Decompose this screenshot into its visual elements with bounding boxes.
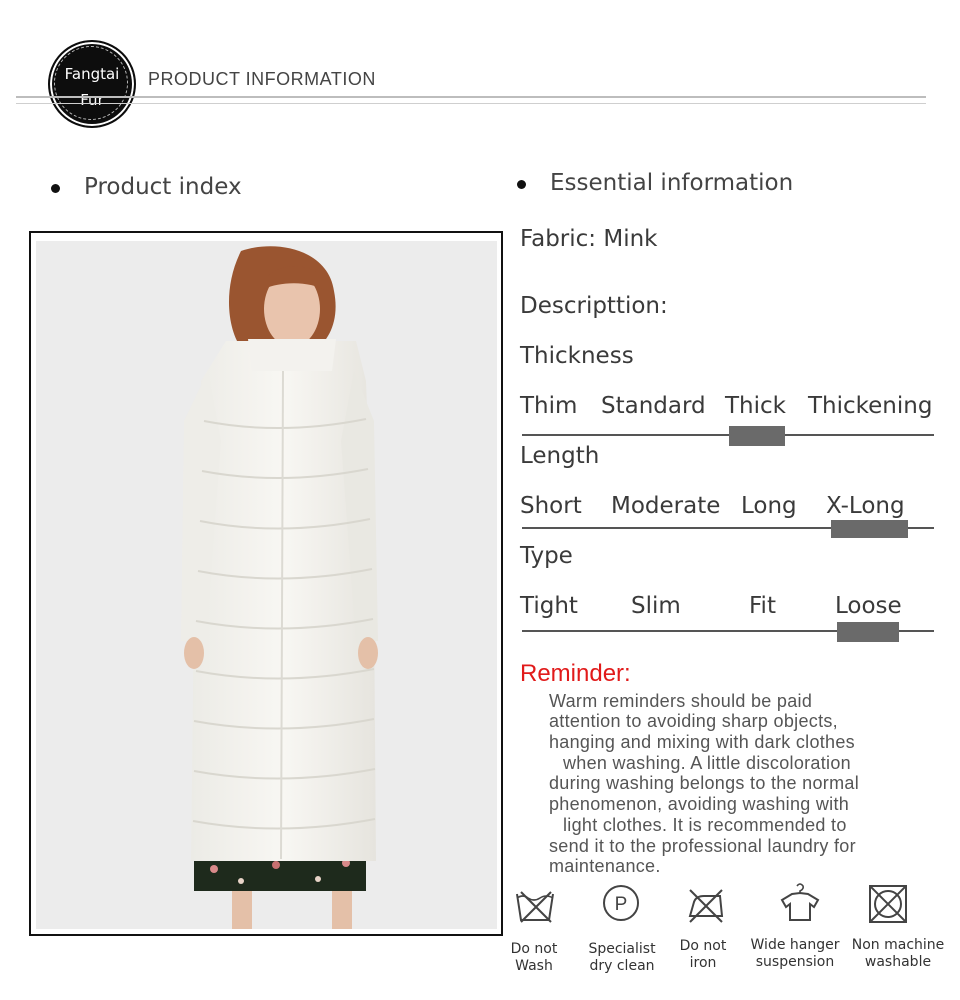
thickness-scale-line <box>522 434 934 436</box>
care-label-line: Specialist <box>588 941 656 957</box>
reminder-title: Reminder: <box>520 660 631 687</box>
product-photo <box>29 231 503 936</box>
type-option-fit: Fit <box>749 593 776 619</box>
reminder-line: send it to the professional laundry for <box>549 836 856 856</box>
do-not-iron-icon <box>684 884 728 928</box>
care-label-do-not-wash: Do not Wash <box>500 941 568 975</box>
thickness-option-standard: Standard <box>601 393 706 419</box>
length-label: Length <box>520 443 600 469</box>
type-option-tight: Tight <box>520 593 578 619</box>
reminder-line: hanging and mixing with dark clothes <box>549 732 855 752</box>
svg-text:P: P <box>615 894 628 915</box>
do-not-wash-icon <box>513 884 557 928</box>
product-index-heading: Product index <box>84 174 242 200</box>
thickness-selected-marker <box>729 426 785 446</box>
reminder-line: during washing belongs to the normal <box>549 773 859 793</box>
header-divider <box>16 96 926 98</box>
care-label-hanger: Wide hanger suspension <box>745 937 845 971</box>
photo-background <box>36 241 497 929</box>
type-option-slim: Slim <box>631 593 681 619</box>
thickness-option-thim: Thim <box>520 393 578 419</box>
care-label-line: dry clean <box>589 958 655 974</box>
reminder-line: attention to avoiding sharp objects, <box>549 711 838 731</box>
thickness-label: Thickness <box>520 343 634 369</box>
care-label-line: Non machine <box>851 937 945 953</box>
description-label: Descripttion: <box>520 293 668 319</box>
logo-text-line2: Fur <box>80 91 104 109</box>
care-label-line: Do not <box>679 938 727 954</box>
care-label-line: Do not <box>510 941 558 957</box>
thickness-option-thickening: Thickening <box>808 393 933 419</box>
logo-text-line1: Fangtai <box>64 65 120 83</box>
care-label-line: suspension <box>755 954 835 970</box>
fabric-text: Fabric: Mink <box>520 226 658 252</box>
reminder-line: when washing. A little discoloration <box>563 753 851 773</box>
care-label-do-not-iron: Do not iron <box>672 938 734 972</box>
length-option-short: Short <box>520 493 582 519</box>
brand-logo: Fangtai Fur <box>48 40 136 128</box>
type-option-loose: Loose <box>835 593 902 619</box>
reminder-line: maintenance. <box>549 856 661 876</box>
bullet-icon <box>51 184 60 193</box>
model-in-white-mink-coat-illustration <box>181 246 378 929</box>
care-label-dry-clean: Specialist dry clean <box>582 941 662 975</box>
hanger-icon <box>778 880 822 924</box>
care-label-line: Wash <box>515 958 553 974</box>
bullet-icon <box>517 180 526 189</box>
care-label-no-machine-wash: Non machine washable <box>846 937 950 971</box>
no-machine-wash-icon <box>866 882 910 926</box>
type-selected-marker <box>837 622 899 642</box>
thickness-option-thick: Thick <box>725 393 786 419</box>
dry-clean-icon: P <box>599 881 643 925</box>
length-option-long: Long <box>741 493 797 519</box>
page-title: PRODUCT INFORMATION <box>148 69 376 89</box>
care-label-line: iron <box>689 955 717 971</box>
reminder-line: Warm reminders should be paid <box>549 691 813 711</box>
header-divider-thin <box>16 103 926 104</box>
length-selected-marker <box>831 520 908 538</box>
length-option-x-long: X-Long <box>826 493 905 519</box>
care-label-line: Wide hanger <box>750 937 840 953</box>
care-label-line: washable <box>864 954 932 970</box>
reminder-line: light clothes. It is recommended to <box>563 815 847 835</box>
type-label: Type <box>520 543 573 569</box>
length-option-moderate: Moderate <box>611 493 721 519</box>
essential-info-heading: Essential information <box>550 170 794 196</box>
reminder-line: phenomenon, avoiding washing with <box>549 794 850 814</box>
